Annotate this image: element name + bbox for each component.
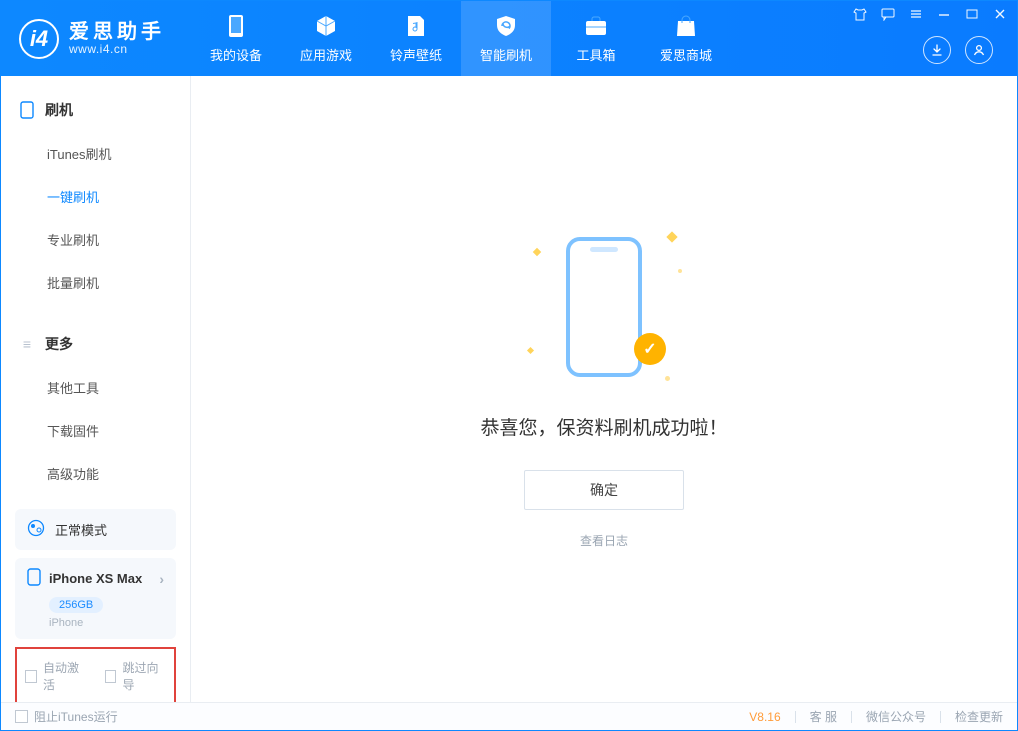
mode-label: 正常模式 <box>55 520 107 539</box>
customer-service-link[interactable]: 客 服 <box>810 708 837 725</box>
bag-icon <box>673 13 699 39</box>
sidebar-section-more: ≡ 更多 <box>1 328 190 360</box>
success-illustration: ✓ <box>544 229 664 389</box>
nav-toolbox[interactable]: 工具箱 <box>551 1 641 76</box>
user-button[interactable] <box>965 36 993 64</box>
nav-store[interactable]: 爱思商城 <box>641 1 731 76</box>
phone-small-icon <box>27 568 41 589</box>
ok-button[interactable]: 确定 <box>524 470 684 510</box>
sidebar-section-title: 刷机 <box>45 100 73 120</box>
skip-guide-checkbox[interactable]: 跳过向导 <box>105 659 167 693</box>
check-update-link[interactable]: 检查更新 <box>955 708 1003 725</box>
download-button[interactable] <box>923 36 951 64</box>
menu-icon[interactable] <box>909 7 923 21</box>
sidebar-item-batch-flash[interactable]: 批量刷机 <box>1 261 190 304</box>
storage-badge: 256GB <box>49 597 103 613</box>
nav-apps[interactable]: 应用游戏 <box>281 1 371 76</box>
sidebar-section-flash: 刷机 <box>1 94 190 126</box>
checkbox-label: 自动激活 <box>43 659 87 693</box>
device-name: iPhone XS Max <box>49 571 142 586</box>
shirt-icon[interactable] <box>853 7 867 21</box>
nav-label: 应用游戏 <box>300 45 352 64</box>
feedback-icon[interactable] <box>881 7 895 21</box>
close-button[interactable] <box>993 7 1007 21</box>
nav-ringtones[interactable]: 铃声壁纸 <box>371 1 461 76</box>
view-log-link[interactable]: 查看日志 <box>580 532 628 549</box>
toolbox-icon <box>583 13 609 39</box>
chevron-right-icon: › <box>159 571 164 587</box>
nav-flash[interactable]: 智能刷机 <box>461 1 551 76</box>
checkbox-icon <box>105 670 117 683</box>
mode-icon <box>27 519 45 540</box>
device-type: iPhone <box>27 617 164 629</box>
mode-card[interactable]: 正常模式 <box>15 509 176 550</box>
app-header: i4 爱思助手 www.i4.cn 我的设备 应用游戏 铃声壁纸 智能刷机 工具… <box>1 1 1017 76</box>
sidebar-item-download-firmware[interactable]: 下载固件 <box>1 409 190 452</box>
checkbox-label: 跳过向导 <box>122 659 166 693</box>
device-card[interactable]: iPhone XS Max › 256GB iPhone <box>15 558 176 639</box>
version-label: V8.16 <box>749 710 780 724</box>
checkbox-icon <box>15 710 28 723</box>
shield-refresh-icon <box>493 13 519 39</box>
block-itunes-checkbox[interactable]: 阻止iTunes运行 <box>15 708 118 725</box>
nav-label: 工具箱 <box>576 45 615 64</box>
sidebar-item-itunes-flash[interactable]: iTunes刷机 <box>1 132 190 175</box>
auto-activate-checkbox[interactable]: 自动激活 <box>25 659 87 693</box>
list-icon: ≡ <box>19 336 35 352</box>
flash-options-box: 自动激活 跳过向导 <box>15 647 176 705</box>
nav-label: 智能刷机 <box>480 45 532 64</box>
cube-icon <box>313 13 339 39</box>
phone-icon <box>223 13 249 39</box>
checkbox-icon <box>25 670 37 683</box>
logo-icon: i4 <box>19 19 59 59</box>
checkbox-label: 阻止iTunes运行 <box>34 708 118 725</box>
nav-label: 爱思商城 <box>660 45 712 64</box>
sidebar-item-advanced[interactable]: 高级功能 <box>1 452 190 495</box>
music-file-icon <box>403 13 429 39</box>
sidebar: 刷机 iTunes刷机 一键刷机 专业刷机 批量刷机 ≡ 更多 其他工具 下载固… <box>1 76 191 702</box>
check-icon: ✓ <box>634 333 666 365</box>
maximize-button[interactable] <box>965 7 979 21</box>
minimize-button[interactable] <box>937 7 951 21</box>
app-subtitle: www.i4.cn <box>69 43 165 56</box>
nav-label: 铃声壁纸 <box>390 45 442 64</box>
sidebar-item-pro-flash[interactable]: 专业刷机 <box>1 218 190 261</box>
nav-label: 我的设备 <box>210 45 262 64</box>
sidebar-item-oneclick-flash[interactable]: 一键刷机 <box>1 175 190 218</box>
sidebar-item-other-tools[interactable]: 其他工具 <box>1 366 190 409</box>
wechat-link[interactable]: 微信公众号 <box>866 708 926 725</box>
main-content: ✓ 恭喜您，保资料刷机成功啦！ 确定 查看日志 <box>191 76 1017 702</box>
logo: i4 爱思助手 www.i4.cn <box>1 19 183 59</box>
footer: 阻止iTunes运行 V8.16 客 服 微信公众号 检查更新 <box>1 702 1017 730</box>
result-message: 恭喜您，保资料刷机成功啦！ <box>480 413 727 440</box>
device-icon <box>19 102 35 118</box>
sidebar-section-title: 更多 <box>45 334 73 354</box>
nav-my-device[interactable]: 我的设备 <box>191 1 281 76</box>
app-title: 爱思助手 <box>69 21 165 43</box>
